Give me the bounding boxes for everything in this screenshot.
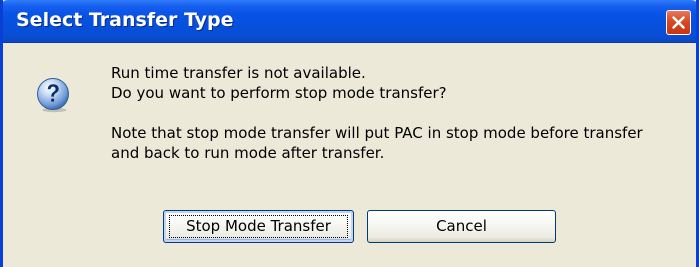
close-icon [672, 16, 685, 29]
question-icon [37, 78, 69, 113]
stop-mode-transfer-label: Stop Mode Transfer [186, 217, 331, 235]
stop-mode-transfer-button[interactable]: Stop Mode Transfer [163, 210, 354, 243]
title-bar[interactable]: Select Transfer Type [3, 0, 696, 43]
message-line: Note that stop mode transfer will put PA… [111, 124, 643, 142]
message-text: Run time transfer is not available. Do y… [111, 63, 643, 163]
message-spacer [111, 103, 643, 123]
close-button[interactable] [666, 10, 691, 35]
dialog-window: Select Transfer Type Run time transfer i… [0, 0, 699, 267]
dialog-title: Select Transfer Type [16, 9, 234, 31]
cancel-button[interactable]: Cancel [367, 210, 556, 243]
message-line: and back to run mode after transfer. [111, 144, 385, 162]
message-line: Do you want to perform stop mode transfe… [111, 84, 447, 102]
message-line: Run time transfer is not available. [111, 64, 366, 82]
cancel-label: Cancel [436, 217, 487, 235]
